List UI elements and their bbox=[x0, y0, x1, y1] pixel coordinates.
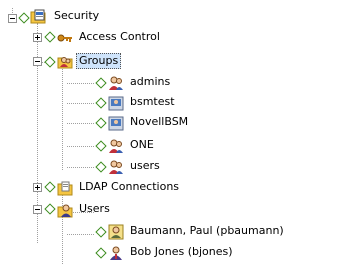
tree-node-bsmtest[interactable]: bsmtest bbox=[0, 93, 200, 113]
status-diamond-icon bbox=[95, 97, 107, 109]
tree-node-ldap-connections[interactable]: LDAP Connections bbox=[0, 179, 220, 199]
tree-node-label: Users bbox=[79, 202, 110, 215]
computer-group-icon bbox=[108, 116, 124, 131]
collapse-toggle[interactable] bbox=[33, 205, 42, 214]
tree-node-user-bjones[interactable]: Bob Jones (bjones) bbox=[0, 243, 300, 263]
tree-node-novellbsm[interactable]: NovellBSM bbox=[0, 113, 200, 133]
group-icon bbox=[109, 76, 123, 90]
group-icon bbox=[109, 160, 123, 174]
tree-node-label: Baumann, Paul (pbaumann) bbox=[130, 224, 284, 237]
tree-node-label: ONE bbox=[130, 138, 154, 151]
status-diamond-icon bbox=[44, 56, 56, 68]
tree-node-access-control[interactable]: Access Control bbox=[0, 29, 200, 49]
status-diamond-icon bbox=[44, 203, 56, 215]
status-diamond-icon bbox=[95, 77, 107, 89]
tree-node-label: LDAP Connections bbox=[79, 180, 180, 193]
collapse-toggle[interactable] bbox=[33, 57, 42, 66]
status-diamond-icon bbox=[95, 161, 107, 173]
status-diamond-icon bbox=[95, 140, 107, 152]
tree-node-label: Security bbox=[54, 9, 100, 22]
tree-node-label: Bob Jones (bjones) bbox=[130, 245, 233, 258]
status-diamond-icon bbox=[95, 247, 107, 259]
user-card-icon bbox=[108, 224, 124, 240]
user-icon bbox=[110, 246, 122, 260]
tree-node-label: NovellBSM bbox=[130, 115, 189, 128]
status-diamond-icon bbox=[18, 12, 30, 24]
tree-node-admins[interactable]: admins bbox=[0, 73, 200, 93]
expand-toggle[interactable] bbox=[33, 33, 42, 42]
expand-toggle[interactable] bbox=[33, 183, 42, 192]
keys-icon bbox=[57, 34, 72, 42]
tree-node-label: users bbox=[130, 159, 160, 172]
groups-folder-icon bbox=[57, 57, 73, 69]
tree-node-label: bsmtest bbox=[130, 95, 175, 108]
tree-node-label: Groups bbox=[76, 53, 122, 69]
tree-node-users-group[interactable]: users bbox=[0, 157, 200, 177]
status-diamond-icon bbox=[44, 31, 56, 43]
security-folder-icon bbox=[30, 9, 46, 24]
tree-node-user-pbaumann[interactable]: Baumann, Paul (pbaumann) bbox=[0, 222, 300, 242]
ldap-folder-icon bbox=[57, 181, 73, 196]
tree-node-groups[interactable]: Groups bbox=[0, 51, 200, 71]
tree-node-users[interactable]: Users bbox=[0, 201, 200, 221]
tree-node-label: Access Control bbox=[79, 30, 160, 43]
status-diamond-icon bbox=[95, 117, 107, 129]
users-folder-icon bbox=[57, 204, 73, 218]
group-icon bbox=[109, 139, 123, 153]
tree-node-security[interactable]: Security bbox=[0, 6, 150, 26]
tree-node-one[interactable]: ONE bbox=[0, 136, 200, 156]
status-diamond-icon bbox=[95, 226, 107, 238]
status-diamond-icon bbox=[44, 181, 56, 193]
collapse-toggle[interactable] bbox=[8, 14, 17, 23]
tree-node-label: admins bbox=[130, 75, 171, 88]
computer-group-icon bbox=[108, 96, 124, 111]
